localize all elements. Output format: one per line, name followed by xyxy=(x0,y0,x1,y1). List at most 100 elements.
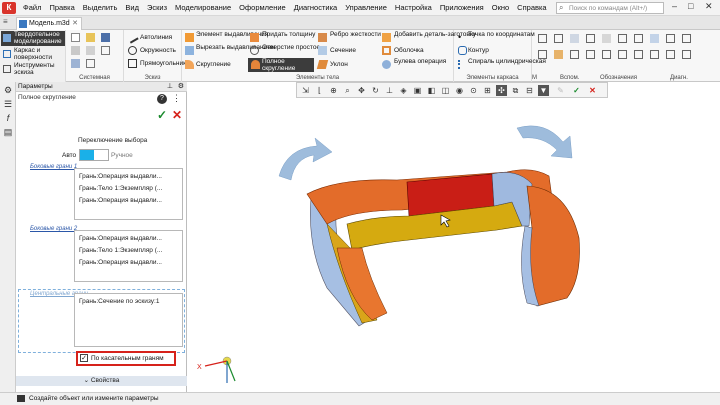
tool-d-icon[interactable] xyxy=(586,34,595,43)
panel-settings-icon[interactable]: ⚙ xyxy=(178,82,184,92)
section-button[interactable]: Сечение xyxy=(330,47,356,54)
zoom-fit-icon[interactable]: ⇲ xyxy=(300,85,311,96)
display-mode-icon[interactable]: ▣ xyxy=(412,85,423,96)
contour-button[interactable]: Контур xyxy=(468,47,489,54)
zoom-area-icon[interactable]: ⌕ xyxy=(342,85,353,96)
eye-icon[interactable]: ⊙ xyxy=(468,85,479,96)
help-icon[interactable]: ? xyxy=(157,94,167,104)
rib-button[interactable]: Ребро жесткости xyxy=(330,31,381,39)
list-item[interactable]: Грань:Операция выдавли... xyxy=(79,259,162,266)
menu-window[interactable]: Окно xyxy=(488,3,513,12)
paste-icon[interactable] xyxy=(86,46,95,55)
open-folder-icon[interactable] xyxy=(86,33,95,42)
tool-a-icon[interactable] xyxy=(538,34,547,43)
parameters-icon[interactable]: ⚙ xyxy=(3,85,13,95)
side-faces-1-label[interactable]: Боковые грани 1 xyxy=(30,164,77,170)
draft-button[interactable]: Уклон xyxy=(330,61,348,68)
tool-q-icon[interactable] xyxy=(634,50,643,59)
tool-e-icon[interactable] xyxy=(602,34,611,43)
properties-toggle[interactable]: ⌄ Свойства xyxy=(16,376,187,386)
list-item[interactable]: Грань:Тело 1:Экземпляр (... xyxy=(79,247,162,254)
rotate-right-arrow-icon[interactable] xyxy=(516,125,573,159)
tool-m-icon[interactable] xyxy=(570,50,579,59)
snap-icon[interactable]: ✣ xyxy=(496,85,507,96)
side-faces-2-list[interactable]: Грань:Операция выдавли... Грань:Тело 1:Э… xyxy=(74,230,183,282)
view-apply-icon[interactable]: ✓ xyxy=(571,85,582,96)
tool-h-icon[interactable] xyxy=(650,34,659,43)
layers-icon[interactable]: ▤ xyxy=(3,127,13,137)
tool-n-icon[interactable] xyxy=(586,50,595,59)
list-item[interactable]: Грань:Тело 1:Экземпляр (... xyxy=(79,185,162,192)
rotate-icon[interactable]: ↻ xyxy=(370,85,381,96)
save-icon[interactable] xyxy=(101,33,110,42)
tree-icon[interactable]: ☰ xyxy=(3,99,13,109)
axes-icon[interactable]: ⊥ xyxy=(384,85,395,96)
circle-button[interactable]: Окружность xyxy=(140,47,176,54)
apply-icon[interactable]: ✓ xyxy=(157,108,167,122)
autoline-button[interactable]: Автолиния xyxy=(140,34,172,41)
menu-file[interactable]: Файл xyxy=(19,3,45,12)
list-item[interactable]: Грань:Сечение по эскизу:1 xyxy=(79,298,159,305)
tool-t-icon[interactable] xyxy=(682,50,691,59)
rotate-left-arrow-icon[interactable] xyxy=(278,137,333,181)
full-fillet-button[interactable]: Полное скругление xyxy=(248,58,314,72)
shell-button[interactable]: Оболочка xyxy=(394,47,424,54)
point-by-coords-button[interactable]: Точка по координатам xyxy=(468,31,535,39)
central-faces-list[interactable]: Грань:Сечение по эскизу:1 xyxy=(74,293,183,347)
selection-mode-toggle[interactable] xyxy=(79,149,109,161)
menu-settings[interactable]: Настройка xyxy=(391,3,436,12)
tool-i-icon[interactable] xyxy=(666,34,675,43)
menu-edit[interactable]: Правка xyxy=(45,3,78,12)
print-icon[interactable] xyxy=(71,59,80,68)
undo-icon[interactable] xyxy=(86,59,95,68)
tangent-faces-checkbox[interactable]: ✓ xyxy=(80,354,88,362)
maximize-icon[interactable]: □ xyxy=(688,1,693,11)
tool-p-icon[interactable] xyxy=(618,50,627,59)
section-view-icon[interactable]: ◫ xyxy=(440,85,451,96)
shading-icon[interactable]: ◈ xyxy=(398,85,409,96)
tool-s-icon[interactable] xyxy=(666,50,675,59)
close-window-icon[interactable]: ✕ xyxy=(705,1,713,12)
side-faces-2-label[interactable]: Боковые грани 2 xyxy=(30,226,77,232)
tool-j-icon[interactable] xyxy=(682,34,691,43)
layers-view-icon[interactable]: ⧉ xyxy=(510,85,521,96)
edit-disabled-icon[interactable]: ✎ xyxy=(555,85,566,96)
filter-icon[interactable]: ▼ xyxy=(538,85,549,96)
menu-design[interactable]: Оформление xyxy=(235,3,290,12)
thicken-button[interactable]: Придать толщину xyxy=(262,31,315,39)
zoom-icon[interactable]: ⊕ xyxy=(328,85,339,96)
menu-view[interactable]: Вид xyxy=(121,3,143,12)
model-viewport[interactable]: X xyxy=(187,98,720,392)
tabs-menu-icon[interactable]: ≡ xyxy=(3,17,8,26)
side-faces-1-list[interactable]: Грань:Операция выдавли... Грань:Тело 1:Э… xyxy=(74,168,183,220)
menu-sketch[interactable]: Эскиз xyxy=(143,3,171,12)
tab-model[interactable]: Модель.m3d ✕ xyxy=(16,17,82,30)
tool-o-icon[interactable] xyxy=(602,50,611,59)
tool-r-icon[interactable] xyxy=(650,50,659,59)
menu-manage[interactable]: Управление xyxy=(341,3,391,12)
grid-icon[interactable]: ⊞ xyxy=(482,85,493,96)
selection-filter-icon[interactable]: ⊟ xyxy=(524,85,535,96)
tool-f-icon[interactable] xyxy=(618,34,627,43)
menu-apps[interactable]: Приложения xyxy=(436,3,488,12)
tool-g-icon[interactable] xyxy=(634,34,643,43)
tool-b-icon[interactable] xyxy=(554,34,563,43)
boolean-button[interactable]: Булева операция xyxy=(394,58,446,66)
pin-icon[interactable]: ⊥ xyxy=(167,82,173,92)
perspective-icon[interactable]: ◧ xyxy=(426,85,437,96)
menu-diagnostics[interactable]: Диагностика xyxy=(290,3,341,12)
menu-select[interactable]: Выделить xyxy=(79,3,122,12)
fillet-button[interactable]: Скругление xyxy=(196,61,231,68)
list-item[interactable]: Грань:Операция выдавли... xyxy=(79,235,162,242)
menu-modeling[interactable]: Моделирование xyxy=(171,3,235,12)
more-icon[interactable]: ⋮ xyxy=(172,93,181,104)
minimize-icon[interactable]: – xyxy=(672,1,677,11)
properties-icon[interactable] xyxy=(101,46,110,55)
list-item[interactable]: Грань:Операция выдавли... xyxy=(79,173,162,180)
pan-icon[interactable]: ✥ xyxy=(356,85,367,96)
command-search-input[interactable]: Поиск по командам (Alt+/) xyxy=(556,2,664,14)
tab-close-icon[interactable]: ✕ xyxy=(72,18,78,30)
variables-icon[interactable]: f xyxy=(3,113,13,123)
rectangle-button[interactable]: Прямоугольник xyxy=(140,60,186,67)
tool-k-icon[interactable] xyxy=(538,50,547,59)
